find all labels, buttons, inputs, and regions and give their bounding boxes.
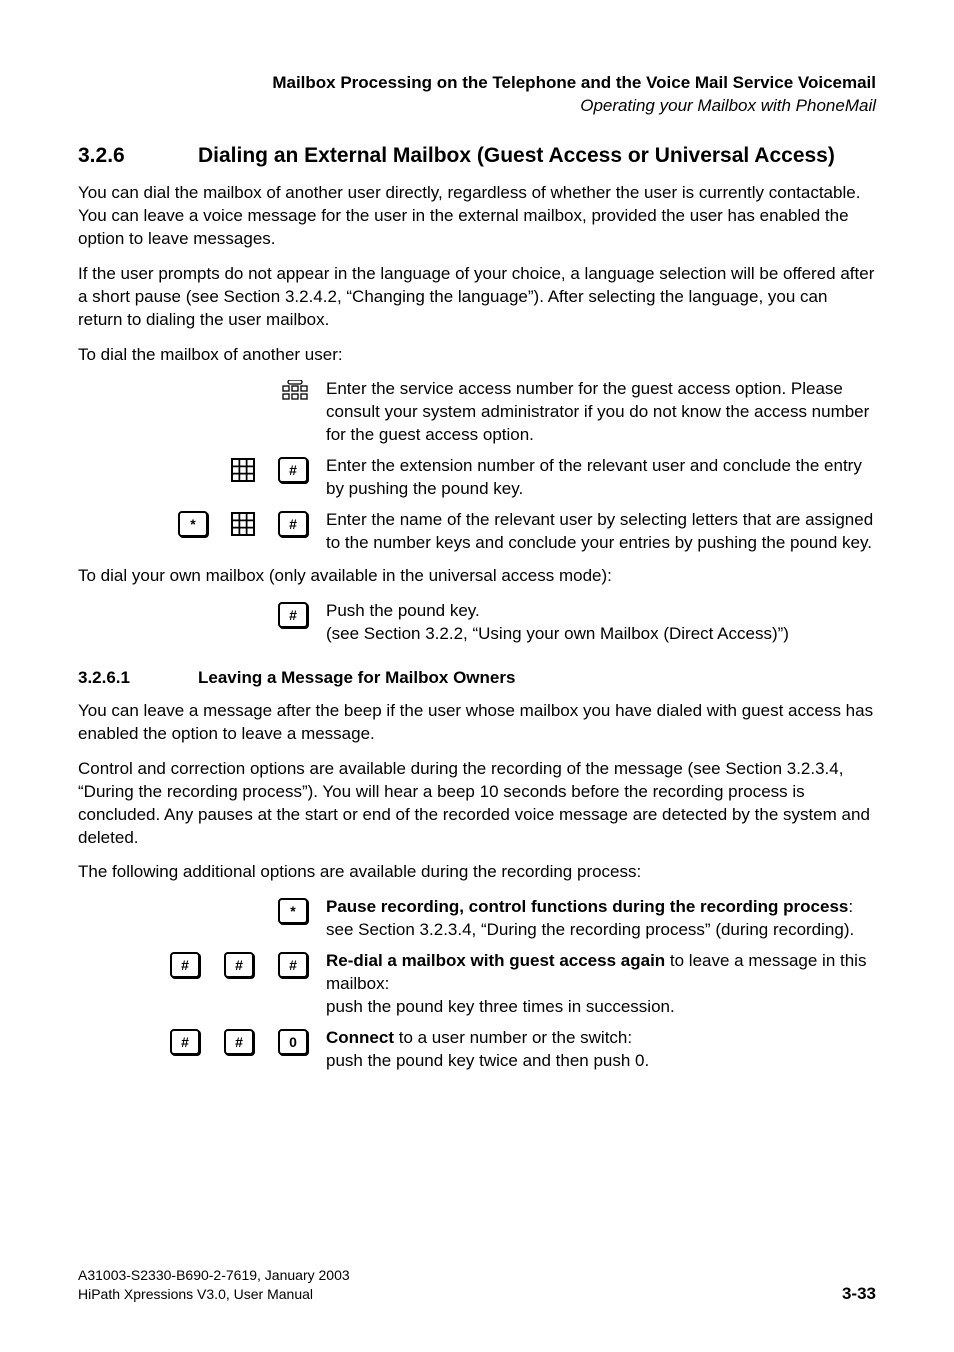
- header-subtitle: Operating your Mailbox with PhoneMail: [78, 95, 876, 118]
- step-text: Enter the service access number for the …: [326, 378, 876, 447]
- option-text: to a user number or the switch:: [394, 1028, 632, 1047]
- step-text: Enter the name of the relevant user by s…: [326, 509, 876, 555]
- star-key: *: [178, 511, 208, 537]
- keypad-icon: [230, 511, 256, 537]
- pound-key: #: [170, 1029, 200, 1055]
- pound-key: #: [278, 952, 308, 978]
- section-number: 3.2.6: [78, 144, 198, 168]
- section-heading: 3.2.6 Dialing an External Mailbox (Guest…: [78, 144, 876, 168]
- step-note: (see Section 3.2.2, “Using your own Mail…: [326, 624, 789, 643]
- paragraph: Control and correction options are avail…: [78, 758, 876, 850]
- phone-keypad-icon: [282, 380, 308, 406]
- section-title: Dialing an External Mailbox (Guest Acces…: [198, 144, 835, 168]
- footer-docid: A31003-S2330-B690-2-7619, January 2003: [78, 1266, 350, 1285]
- step-text: Enter the extension number of the releva…: [326, 455, 876, 501]
- footer-product: HiPath Xpressions V3.0, User Manual: [78, 1285, 350, 1304]
- subsection-heading: 3.2.6.1 Leaving a Message for Mailbox Ow…: [78, 668, 876, 688]
- keypad-icon: [230, 457, 256, 483]
- subsection-title: Leaving a Message for Mailbox Owners: [198, 668, 515, 688]
- paragraph: To dial the mailbox of another user:: [78, 344, 876, 367]
- star-key: *: [278, 898, 308, 924]
- paragraph: To dial your own mailbox (only available…: [78, 565, 876, 588]
- pound-key: #: [224, 1029, 254, 1055]
- pound-key: #: [170, 952, 200, 978]
- pound-key: #: [278, 602, 308, 628]
- pound-key: #: [278, 511, 308, 537]
- pound-key: #: [224, 952, 254, 978]
- option-bold: Pause recording, control functions durin…: [326, 897, 848, 916]
- option-line2: push the pound key twice and then push 0…: [326, 1051, 649, 1070]
- paragraph: You can dial the mailbox of another user…: [78, 182, 876, 251]
- zero-key: 0: [278, 1029, 308, 1055]
- option-bold: Connect: [326, 1028, 394, 1047]
- option-bold: Re-dial a mailbox with guest access agai…: [326, 951, 665, 970]
- pound-key: #: [278, 457, 308, 483]
- subsection-number: 3.2.6.1: [78, 668, 198, 688]
- paragraph: You can leave a message after the beep i…: [78, 700, 876, 746]
- option-line2: push the pound key three times in succes…: [326, 997, 675, 1016]
- paragraph: If the user prompts do not appear in the…: [78, 263, 876, 332]
- page-number: 3-33: [842, 1284, 876, 1304]
- header-title: Mailbox Processing on the Telephone and …: [78, 72, 876, 95]
- step-text: Push the pound key.: [326, 601, 480, 620]
- paragraph: The following additional options are ava…: [78, 861, 876, 884]
